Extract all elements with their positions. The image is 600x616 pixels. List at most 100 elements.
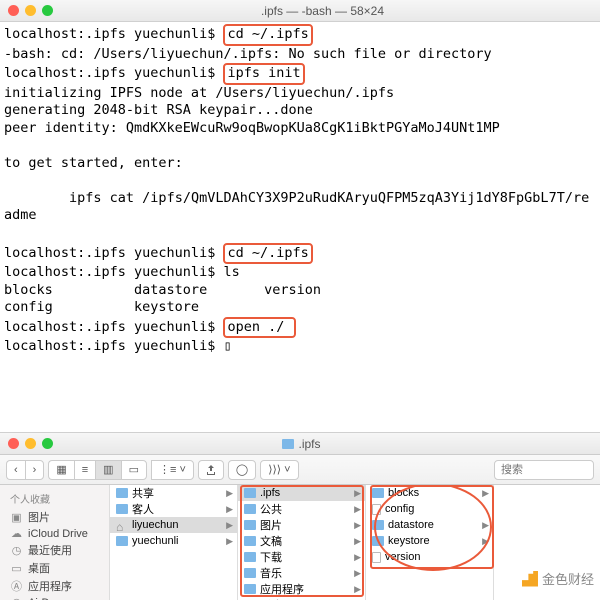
sidebar-item[interactable]: ☁ iCloud Drive (0, 526, 109, 541)
folder-icon (244, 520, 256, 530)
zoom-icon[interactable] (42, 438, 53, 449)
item-name: 共享 (132, 485, 154, 501)
share-button[interactable] (198, 460, 224, 480)
item-name: keystore (388, 535, 430, 547)
chevron-right-icon: ▶ (354, 568, 361, 579)
chevron-right-icon: ▶ (354, 536, 361, 547)
column-2: .ipfs▶公共▶图片▶文稿▶下载▶音乐▶应用程序▶影片▶VirtualBox … (238, 485, 366, 600)
column-item[interactable]: datastore▶ (366, 517, 493, 533)
column-item[interactable]: 音乐▶ (238, 565, 365, 581)
sidebar-item[interactable]: ▣图片 (0, 508, 109, 526)
chevron-right-icon: ▶ (226, 536, 233, 547)
column-item[interactable]: liyuechun▶ (110, 517, 237, 533)
cmd-ls: ls (223, 264, 239, 280)
column-item[interactable]: config (366, 501, 493, 517)
column-item[interactable]: yuechunli ▶ (110, 533, 237, 549)
file-icon (372, 504, 381, 515)
sidebar-item-label: 图片 (28, 509, 50, 525)
view-gallery-button[interactable]: ▭ (121, 460, 147, 480)
folder-icon (244, 552, 256, 562)
column-item[interactable]: .ipfs▶ (238, 485, 365, 501)
view-columns-button[interactable]: ▥ (95, 460, 120, 480)
column-item[interactable]: 应用程序▶ (238, 581, 365, 597)
traffic-lights (8, 438, 53, 449)
tags-button[interactable]: ◯ (228, 460, 256, 480)
folder-icon (282, 439, 294, 449)
column-item[interactable]: blocks ▶ (366, 485, 493, 501)
close-icon[interactable] (8, 438, 19, 449)
home-icon (116, 520, 128, 530)
sidebar-header: 个人收藏 (0, 489, 109, 508)
clock-icon: ◷ (10, 544, 23, 557)
forward-button[interactable]: › (25, 460, 45, 480)
sidebar-item-label: 桌面 (28, 560, 50, 576)
sidebar-item[interactable]: ◷ 最近使用 (0, 541, 109, 559)
terminal-title: .ipfs — -bash — 58×24 (53, 4, 592, 18)
column-item[interactable]: version (366, 549, 493, 565)
cmd-ipfs-init: ipfs init (223, 63, 304, 85)
chevron-right-icon: ▶ (354, 504, 361, 515)
item-name: 客人 (132, 501, 154, 517)
app-icon: Ⓐ (10, 580, 23, 593)
folder-icon (244, 536, 256, 546)
column-item[interactable]: 图片 ▶ (238, 517, 365, 533)
sidebar-item[interactable]: Ⓐ应用程序 (0, 577, 109, 595)
chevron-right-icon: ▶ (226, 504, 233, 515)
terminal-output[interactable]: localhost:.ipfs yuechunli$ cd ~/.ipfs -b… (0, 22, 600, 360)
folder-icon (116, 488, 128, 498)
item-name: 影片 (260, 597, 282, 600)
sidebar-item[interactable]: ▭桌面 (0, 559, 109, 577)
get-started-output: to get started, enter: (4, 155, 183, 171)
chevron-right-icon: ▶ (226, 488, 233, 499)
item-name: blocks (388, 487, 419, 499)
close-icon[interactable] (8, 5, 19, 16)
item-name: .ipfs (260, 487, 280, 499)
sidebar-item-label: 最近使用 (28, 542, 72, 558)
column-item[interactable]: 客人 ▶ (110, 501, 237, 517)
minimize-icon[interactable] (25, 438, 36, 449)
cloud-icon: ☁ (10, 527, 23, 540)
column-item[interactable]: 下载▶ (238, 549, 365, 565)
chevron-right-icon: ▶ (482, 488, 489, 499)
zoom-icon[interactable] (42, 5, 53, 16)
watermark-logo (522, 571, 538, 587)
item-name: datastore (388, 519, 434, 531)
search-input[interactable] (494, 460, 594, 480)
sidebar-item-label: iCloud Drive (28, 528, 88, 540)
folder-icon (116, 504, 128, 514)
view-icon-button[interactable]: ▦ (48, 460, 73, 480)
column-item[interactable]: 文稿 ▶ (238, 533, 365, 549)
view-list-button[interactable]: ≡ (74, 460, 95, 480)
folder-icon (244, 504, 256, 514)
folder-icon (244, 488, 256, 498)
folder-icon (372, 520, 384, 530)
column-item[interactable]: 影片▶ (238, 597, 365, 600)
cmd-cd-ipfs: cd ~/.ipfs (223, 24, 312, 46)
column-item[interactable]: 共享 ▶ (110, 485, 237, 501)
minimize-icon[interactable] (25, 5, 36, 16)
column-item[interactable]: keystore▶ (366, 533, 493, 549)
error-output: -bash: cd: /Users/liyuechun/.ipfs: No su… (4, 46, 492, 62)
chevron-right-icon: ▶ (354, 520, 361, 531)
back-button[interactable]: ‹ (6, 460, 25, 480)
column-item[interactable]: 公共 ▶ (238, 501, 365, 517)
prompt: localhost:.ipfs yuechunli$ (4, 65, 223, 81)
finder-toolbar: ‹ › ▦ ≡ ▥ ▭ ⋮≡ ˅ ◯ ⟩⟩⟩ ˅ (0, 455, 600, 485)
arrange-buttons: ⋮≡ ˅ (151, 460, 194, 480)
item-name: yuechunli (132, 535, 178, 547)
finder-titlebar: .ipfs (0, 433, 600, 455)
item-name: version (385, 551, 420, 563)
dropdown-button[interactable]: ⟩⟩⟩ ˅ (260, 460, 298, 480)
arrange-button[interactable]: ⋮≡ ˅ (151, 460, 194, 480)
finder-body: 个人收藏 ▣图片☁ iCloud Drive ◷ 最近使用▭桌面Ⓐ应用程序◎AirDr… (0, 485, 600, 600)
peer-id-output: peer identity: QmdKXkeEWcuRw9oqBwopKUa8C… (4, 120, 500, 136)
cmd-open: open ./ (223, 317, 296, 339)
item-name: 公共 (260, 501, 282, 517)
cat-cmd-hint: ipfs cat /ipfs/QmVLDAhCY3X9P2uRudKAryuQF… (4, 190, 589, 224)
item-name: 文稿 (260, 533, 282, 549)
finder-title: .ipfs (282, 437, 320, 451)
folder-icon (372, 536, 384, 546)
sidebar-item[interactable]: ◎AirDrop (0, 595, 109, 600)
folder-icon (244, 584, 256, 594)
item-name: 图片 (260, 517, 282, 533)
